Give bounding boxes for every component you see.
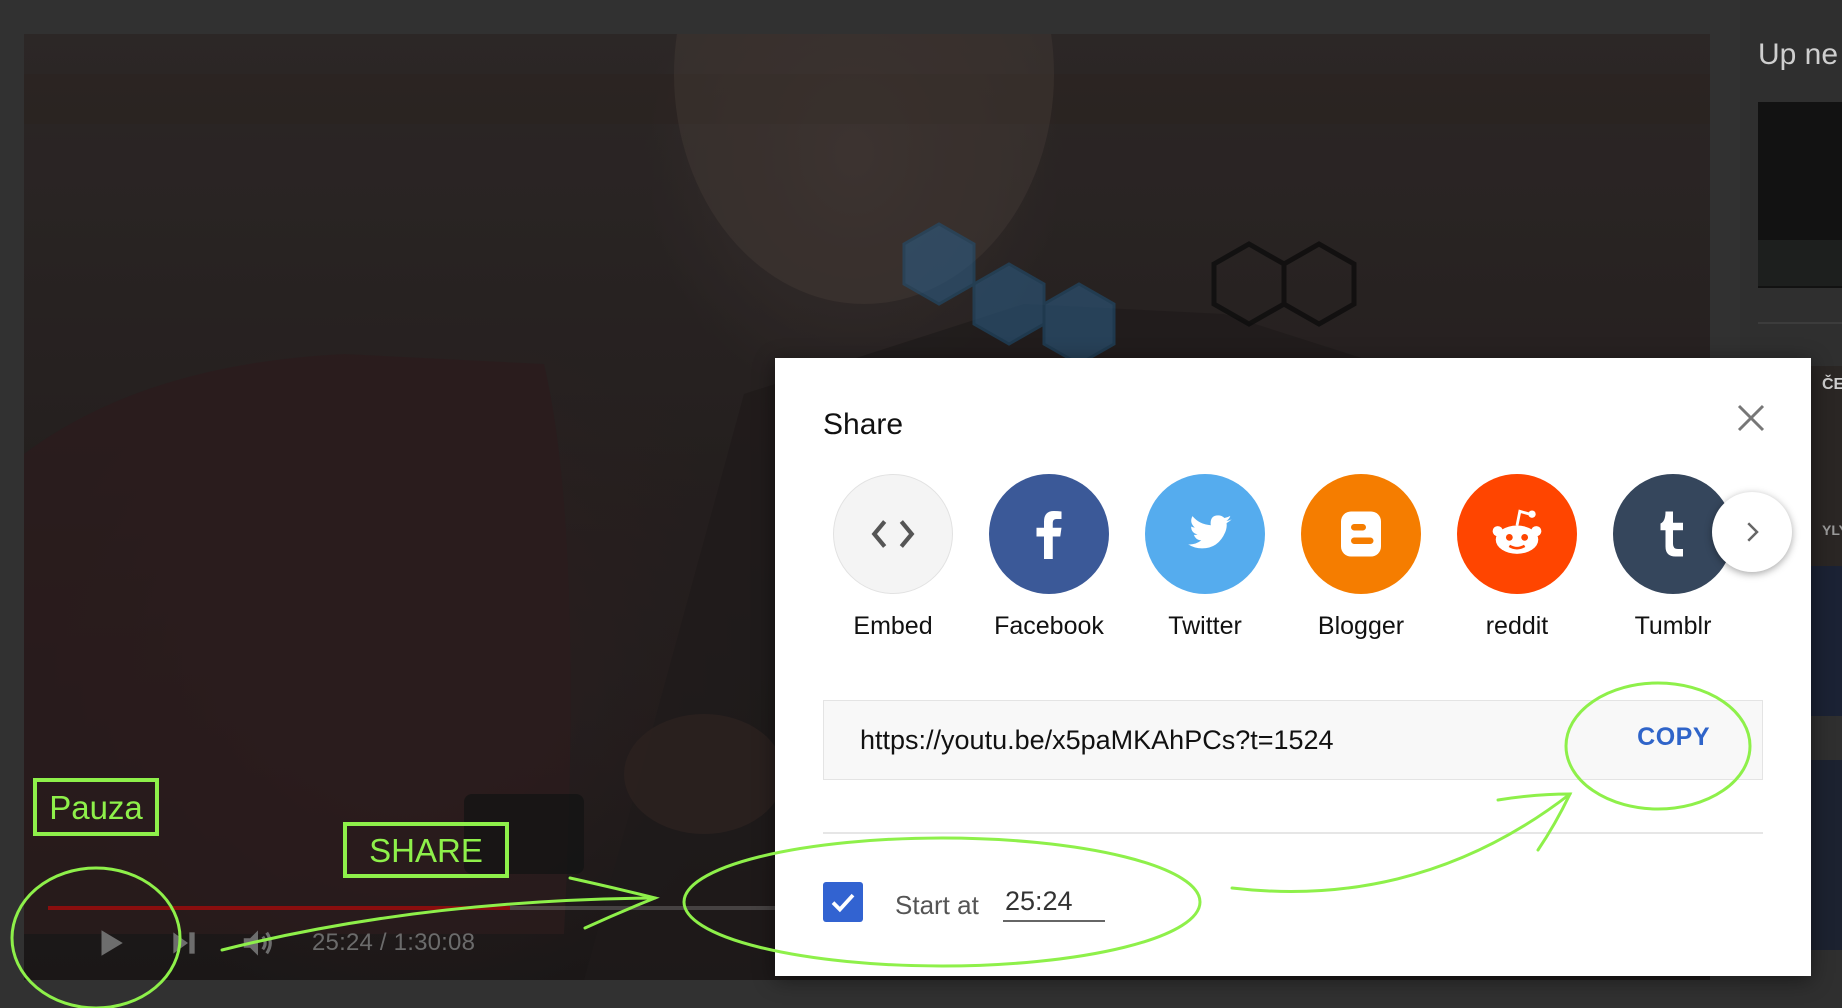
share-blogger-button[interactable]: Blogger	[1301, 474, 1421, 641]
progress-fill	[48, 906, 510, 910]
blogger-icon	[1301, 474, 1421, 594]
start-at-time-input[interactable]: 25:24	[1003, 886, 1105, 922]
share-facebook-button[interactable]: Facebook	[989, 474, 1109, 641]
chevron-right-icon	[1747, 522, 1759, 542]
thumbnail-text: ČER	[1822, 376, 1842, 393]
player-controls: 25:24 / 1:30:08	[48, 918, 475, 968]
share-target-label: Twitter	[1168, 612, 1242, 640]
share-url-field[interactable]: https://youtu.be/x5paMKAhPCs?t=1524 COPY	[823, 700, 1763, 780]
up-next-thumbnail[interactable]	[1758, 102, 1842, 288]
share-target-label: Facebook	[994, 612, 1104, 640]
share-reddit-button[interactable]: reddit	[1457, 474, 1577, 641]
copy-button[interactable]: COPY	[1637, 723, 1710, 752]
thumbnail-text: YLY	[1822, 522, 1842, 538]
share-embed-button[interactable]: Embed	[833, 474, 953, 641]
annotation-pauza-label: Pauza	[33, 778, 159, 836]
close-button[interactable]	[1731, 398, 1771, 438]
dialog-divider	[823, 832, 1763, 834]
share-target-label: Blogger	[1317, 612, 1405, 640]
checkmark-icon	[831, 893, 855, 913]
start-at-label: Start at	[895, 890, 979, 920]
dialog-title: Share	[823, 408, 904, 441]
facebook-icon	[989, 474, 1109, 594]
share-target-label: reddit	[1485, 612, 1549, 640]
volume-icon[interactable]	[238, 923, 278, 963]
reddit-icon	[1457, 474, 1577, 594]
twitter-icon	[1145, 474, 1265, 594]
start-at-checkbox[interactable]	[823, 882, 863, 922]
play-icon[interactable]	[90, 923, 130, 963]
share-url-text[interactable]: https://youtu.be/x5paMKAhPCs?t=1524	[860, 725, 1334, 756]
embed-icon	[833, 474, 953, 594]
share-twitter-button[interactable]: Twitter	[1145, 474, 1265, 641]
share-dialog: Share Embed Facebook Twitter Blogger red…	[775, 358, 1811, 976]
time-display: 25:24 / 1:30:08	[312, 929, 476, 956]
share-target-label: Embed	[853, 612, 933, 640]
next-track-icon[interactable]	[164, 923, 204, 963]
share-targets: Embed Facebook Twitter Blogger reddit Tu…	[833, 474, 1733, 641]
close-icon	[1737, 404, 1765, 432]
sidebar-divider	[1758, 322, 1842, 324]
share-target-label: Tumblr	[1634, 612, 1712, 640]
share-tumblr-button[interactable]: Tumblr	[1613, 474, 1733, 641]
annotation-share-label: SHARE	[343, 822, 509, 878]
share-next-button[interactable]	[1712, 492, 1792, 572]
up-next-heading: Up ne	[1758, 38, 1839, 71]
